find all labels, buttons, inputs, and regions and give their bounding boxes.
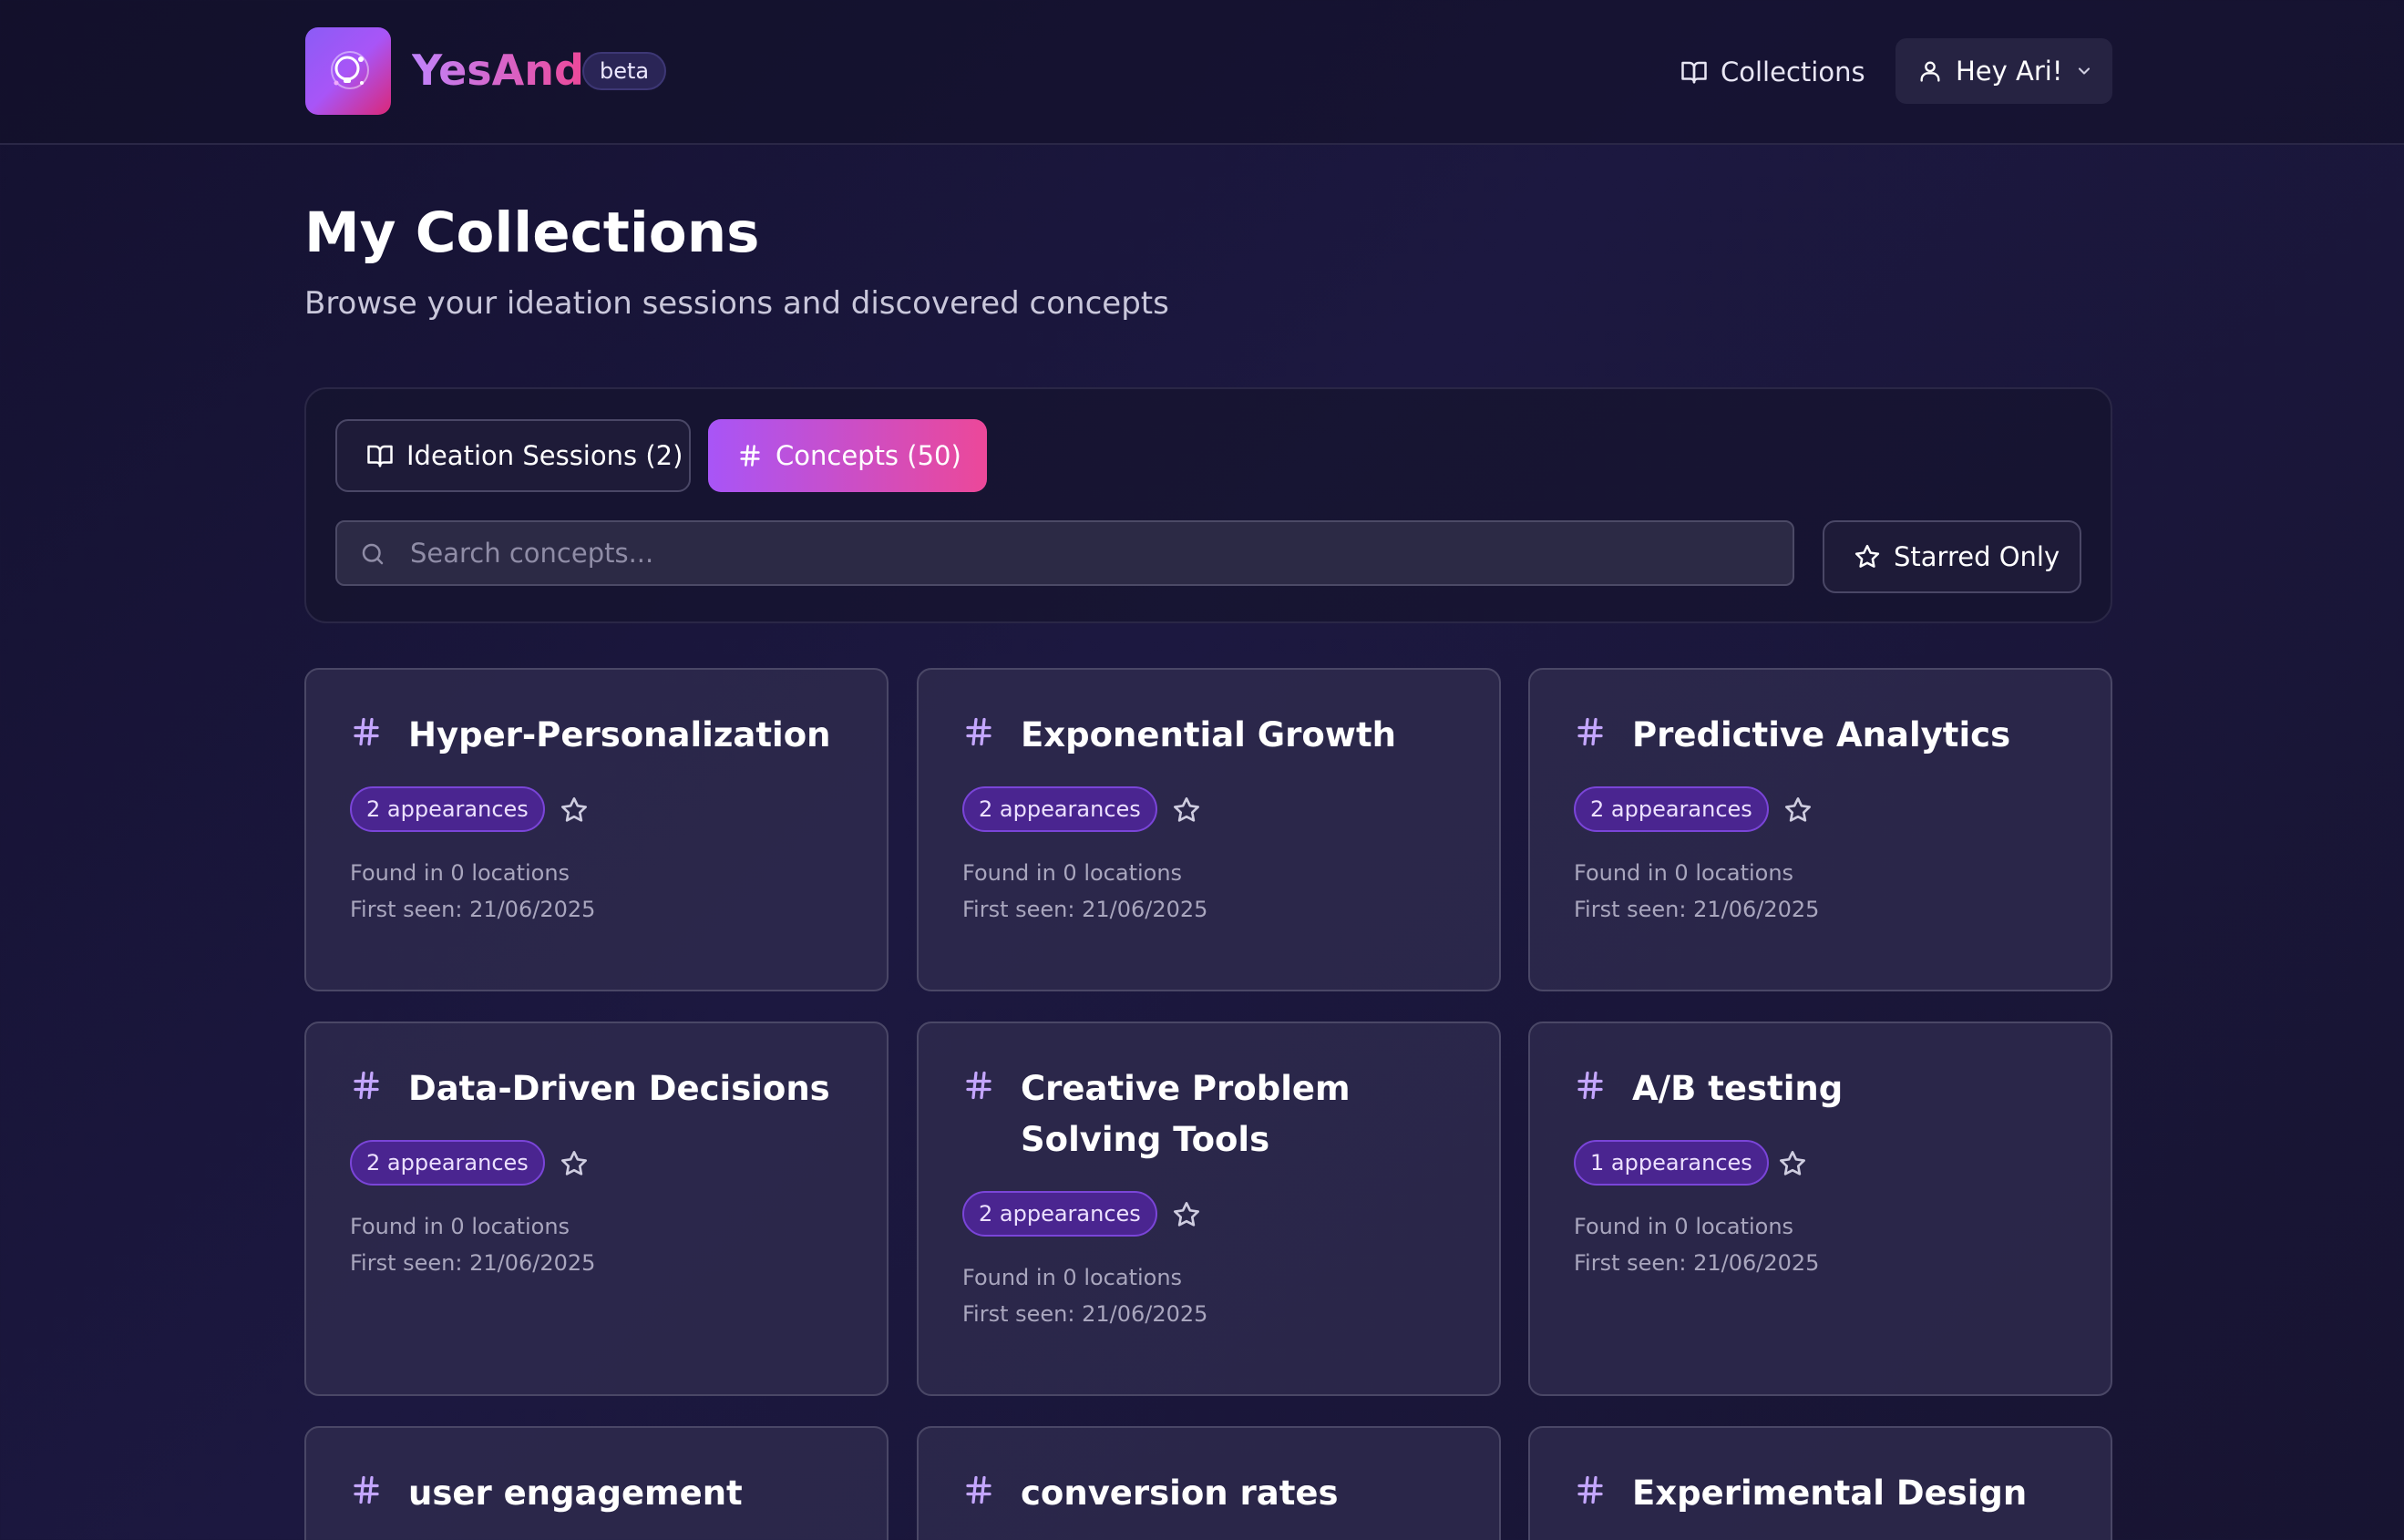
concept-title: Data-Driven Decisions [408,1069,830,1108]
hash-icon [1577,1475,1603,1504]
concept-title: Creative Problem Solving Tools [1021,1069,1351,1159]
page-title: My Collections [304,200,760,265]
appearances-badge: 2 appearances [962,1191,1157,1237]
book-open-icon [1681,61,1707,84]
star-icon[interactable] [1778,1149,1807,1178]
concept-card[interactable]: user engagement [304,1426,889,1540]
first-seen-text: First seen: 21/06/2025 [350,897,596,922]
appearances-badge: 1 appearances [1574,1140,1769,1186]
concept-card[interactable]: Creative Problem Solving Tools 2 appeara… [917,1022,1501,1396]
page-subtitle: Browse your ideation sessions and discov… [304,285,1169,322]
concept-card[interactable]: Experimental Design [1528,1426,2112,1540]
hash-icon [354,717,379,746]
locations-text: Found in 0 locations [1574,860,1794,886]
first-seen-text: First seen: 21/06/2025 [1574,897,1820,922]
star-icon[interactable] [1783,796,1813,825]
concept-title: A/B testing [1632,1069,1844,1108]
appearances-badge: 2 appearances [350,786,545,832]
concept-card[interactable]: Exponential Growth 2 appearances Found i… [917,668,1501,991]
concept-title: conversion rates [1021,1473,1339,1513]
first-seen-text: First seen: 21/06/2025 [350,1250,596,1276]
search-field[interactable] [335,520,1794,586]
chevron-down-icon [2079,67,2091,75]
concept-card[interactable]: Hyper-Personalization 2 appearances Foun… [304,668,889,991]
concept-title: Predictive Analytics [1632,715,2011,755]
first-seen-text: First seen: 21/06/2025 [962,897,1208,922]
appearances-badge: 2 appearances [350,1140,545,1186]
hash-icon [354,1475,379,1504]
tab-ideation-sessions[interactable]: Ideation Sessions (2) [335,419,691,492]
star-icon[interactable] [560,796,589,825]
nav-collections-link[interactable]: Collections [1680,49,1865,95]
appearances-badge: 2 appearances [1574,786,1769,832]
appearances-badge: 2 appearances [962,786,1157,832]
tab-concepts-label: Concepts (50) [776,440,961,471]
tab-concepts[interactable]: Concepts (50) [708,419,987,492]
search-input[interactable] [410,522,1759,584]
hash-icon [1577,717,1603,746]
user-menu-button[interactable]: Hey Ari! [1895,38,2112,104]
concept-title: user engagement [408,1473,743,1513]
hash-icon [966,717,991,746]
brand-name[interactable]: YesAnd [412,40,584,100]
star-icon[interactable] [560,1149,589,1178]
first-seen-text: First seen: 21/06/2025 [962,1301,1208,1327]
concept-card[interactable]: A/B testing 1 appearances Found in 0 loc… [1528,1022,2112,1396]
user-icon [1920,61,1940,82]
hash-icon [740,445,760,467]
nav-collections-label: Collections [1721,56,1865,87]
first-seen-text: First seen: 21/06/2025 [1574,1250,1820,1276]
concept-card[interactable]: Data-Driven Decisions 2 appearances Foun… [304,1022,889,1396]
top-navbar: YesAnd beta Collections Hey Ari! [0,0,2404,145]
locations-text: Found in 0 locations [1574,1214,1794,1239]
hash-icon [354,1071,379,1100]
lightbulb-logo-icon [331,51,369,89]
locations-text: Found in 0 locations [350,860,570,886]
concept-card[interactable]: conversion rates [917,1426,1501,1540]
locations-text: Found in 0 locations [350,1214,570,1239]
hash-icon [1577,1071,1603,1100]
hash-icon [966,1475,991,1504]
beta-badge: beta [582,52,667,90]
hash-icon [966,1071,991,1100]
logo[interactable] [305,27,391,115]
star-icon[interactable] [1172,796,1201,825]
star-icon[interactable] [1172,1200,1201,1229]
locations-text: Found in 0 locations [962,1265,1183,1290]
locations-text: Found in 0 locations [962,860,1183,886]
starred-only-label: Starred Only [1894,541,2060,572]
user-greeting: Hey Ari! [1956,56,2063,87]
search-icon [362,543,384,565]
concept-card[interactable]: Predictive Analytics 2 appearances Found… [1528,668,2112,991]
book-open-icon [367,445,393,467]
concept-title: Exponential Growth [1021,715,1396,755]
tab-ideation-sessions-label: Ideation Sessions (2) [406,440,683,471]
starred-only-button[interactable]: Starred Only [1823,520,2081,593]
controls-panel: Ideation Sessions (2) Concepts (50) Star… [304,387,2112,623]
concept-title: Experimental Design [1632,1473,2028,1513]
star-icon [1854,544,1880,568]
concept-title: Hyper-Personalization [408,715,831,755]
